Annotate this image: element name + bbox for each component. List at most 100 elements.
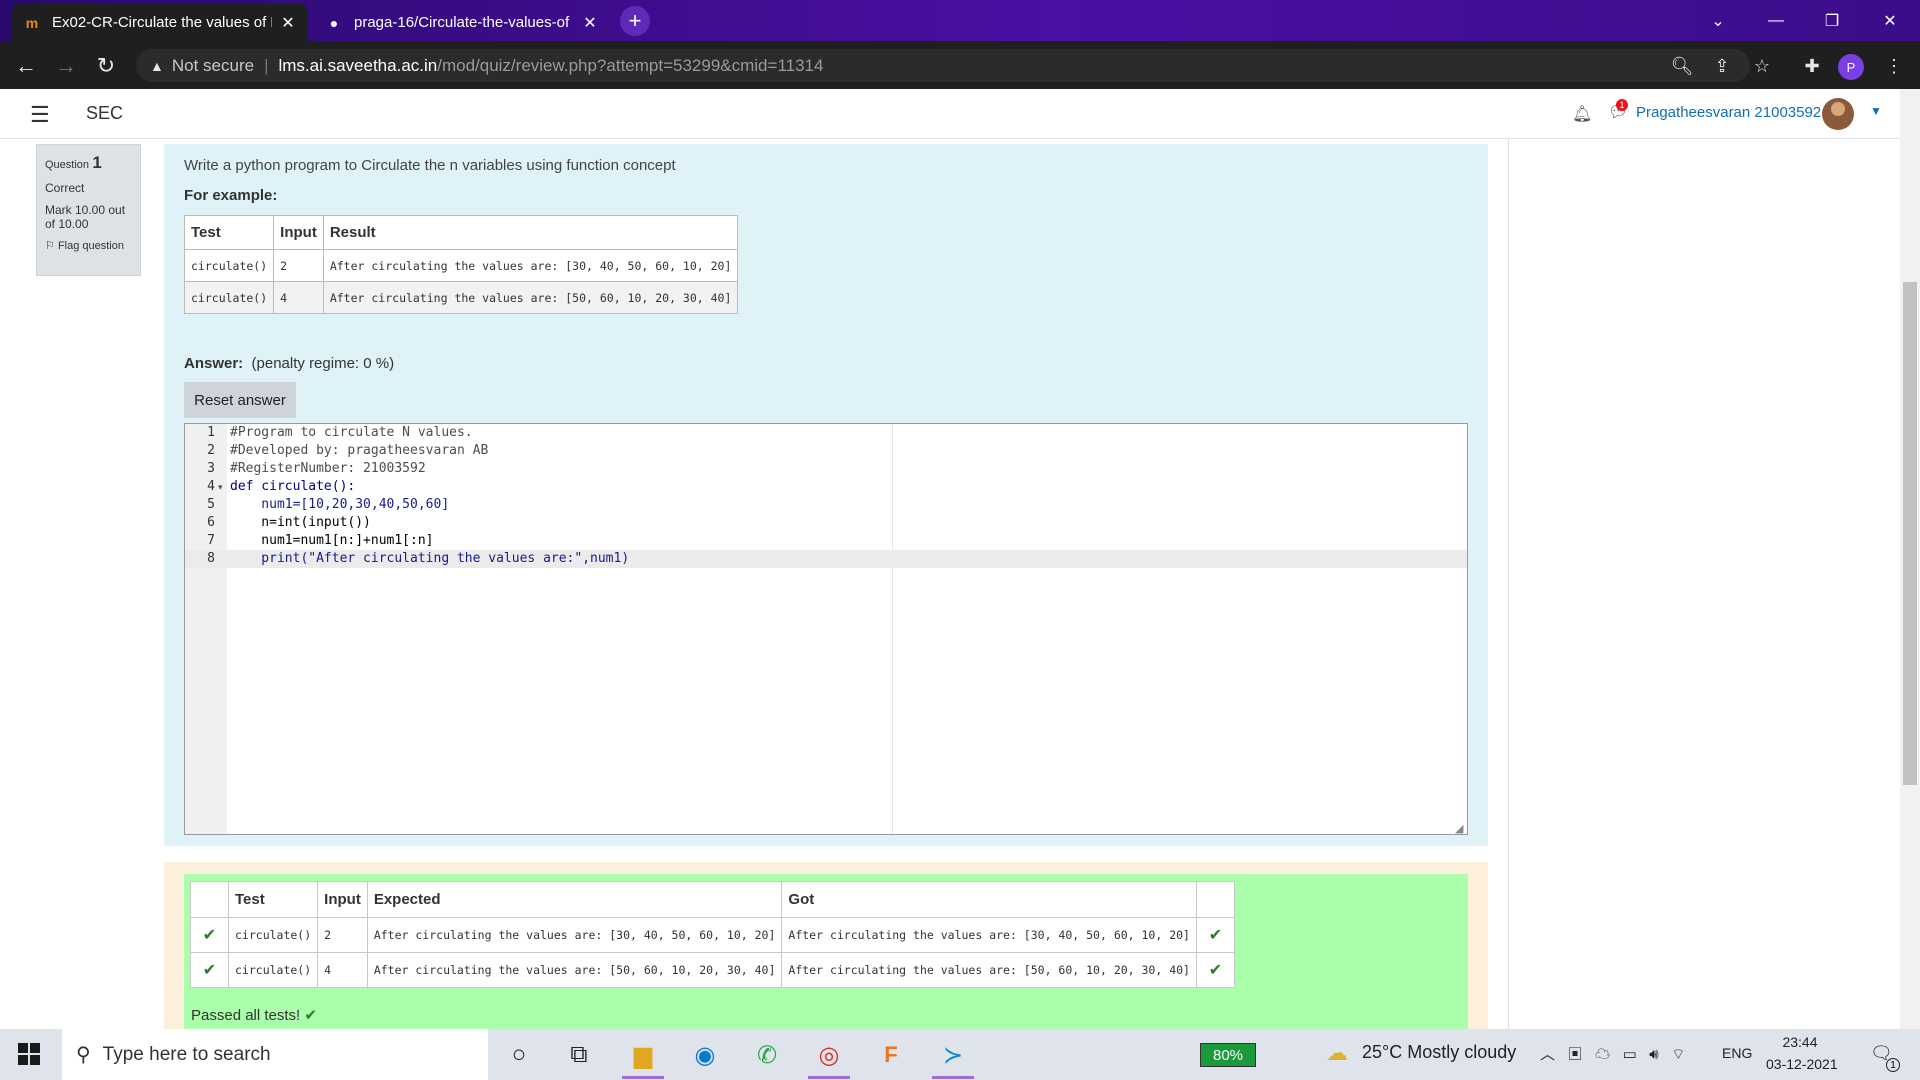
close-tab-icon[interactable]: ✕ bbox=[278, 13, 298, 33]
line-number: 1 bbox=[207, 425, 215, 440]
flag-icon: ⚐ bbox=[45, 240, 55, 252]
site-name[interactable]: SEC bbox=[86, 103, 123, 124]
battery-icon[interactable]: ▭ bbox=[1623, 1046, 1637, 1063]
foxit-icon[interactable]: F bbox=[868, 1035, 914, 1075]
tab-title: praga-16/Circulate-the-values-of bbox=[354, 14, 570, 31]
table-cell: 2 bbox=[317, 917, 368, 953]
flag-question-link[interactable]: ⚐ Flag question bbox=[45, 239, 132, 252]
system-tray-icons[interactable]: ︿ ▣ ☁ ▭ 🔊︎ ⌔ bbox=[1540, 1043, 1685, 1064]
profile-avatar[interactable]: P bbox=[1838, 54, 1864, 80]
table-cell: After circulating the values are: [30, 4… bbox=[781, 917, 1197, 953]
bookmark-star-icon[interactable]: ☆ bbox=[1748, 52, 1776, 80]
task-view-icon[interactable]: ⧉ bbox=[556, 1035, 602, 1075]
check-icon: ✔ bbox=[1195, 917, 1235, 953]
table-cell: circulate() bbox=[183, 281, 275, 314]
scrollbar-thumb[interactable] bbox=[1903, 282, 1917, 785]
close-tab-icon[interactable]: ✕ bbox=[580, 13, 600, 33]
vscode-icon[interactable]: ≻ bbox=[930, 1035, 976, 1075]
clock-time[interactable]: 23:44 bbox=[1770, 1034, 1830, 1050]
fold-arrow-icon[interactable]: ▾ bbox=[218, 478, 223, 496]
onedrive-icon[interactable]: ☁ bbox=[1595, 1046, 1610, 1063]
tab-search-icon[interactable]: ⌄ bbox=[1690, 0, 1746, 41]
code-editor[interactable] bbox=[184, 423, 1468, 835]
battery-indicator[interactable]: 80% bbox=[1200, 1043, 1256, 1067]
code-line[interactable]: #Program to circulate N values. bbox=[230, 424, 473, 442]
windows-start-icon[interactable] bbox=[18, 1043, 40, 1065]
code-line[interactable]: def circulate(): bbox=[230, 478, 355, 496]
cortana-icon[interactable]: ○ bbox=[496, 1035, 542, 1075]
column-header: Got bbox=[781, 881, 1197, 918]
line-number: 7 bbox=[207, 533, 215, 548]
question-text: Write a python program to Circulate the … bbox=[184, 157, 676, 174]
forward-icon[interactable]: → bbox=[50, 50, 82, 82]
active-app-indicator bbox=[932, 1076, 974, 1079]
share-icon[interactable]: ⇪ bbox=[1708, 52, 1736, 80]
clock-date[interactable]: 03-12-2021 bbox=[1766, 1056, 1838, 1072]
example-table: Test Input Result circulate() 2 After ci… bbox=[183, 215, 739, 314]
meet-icon[interactable]: ▣ bbox=[1568, 1046, 1583, 1063]
whatsapp-icon[interactable]: ✆ bbox=[744, 1035, 790, 1075]
code-line[interactable]: num1=[10,20,30,40,50,60] bbox=[230, 496, 449, 514]
question-label: Question bbox=[45, 159, 90, 171]
table-cell: circulate() bbox=[227, 952, 319, 988]
warning-icon[interactable]: ▲ bbox=[150, 58, 164, 74]
results-table: Test Input Expected Got ✔ circulate() 2 … bbox=[190, 881, 1235, 988]
table-header-row: Test Input Result bbox=[183, 215, 739, 250]
chevron-up-icon[interactable]: ︿ bbox=[1540, 1046, 1555, 1063]
language-indicator[interactable]: ENG bbox=[1722, 1045, 1752, 1061]
url-bar[interactable]: ▲ Not secure | lms.ai.saveetha.ac.in /mo… bbox=[136, 49, 1750, 82]
table-cell: After circulating the values are: [30, 4… bbox=[322, 249, 739, 282]
chrome-icon[interactable]: ◎ bbox=[806, 1035, 852, 1075]
search-placeholder: Type here to search bbox=[102, 1043, 271, 1065]
minimize-button[interactable]: — bbox=[1748, 0, 1804, 41]
restore-button[interactable]: ❐ bbox=[1804, 0, 1860, 41]
notification-bell-icon[interactable]: 🔔︎ bbox=[1572, 104, 1592, 124]
check-icon: ✔ bbox=[1195, 952, 1235, 988]
table-cell: After circulating the values are: [50, 6… bbox=[322, 281, 739, 314]
back-icon[interactable]: ← bbox=[10, 50, 42, 82]
code-line[interactable]: print("After circulating the values are:… bbox=[230, 550, 629, 568]
resize-handle-icon[interactable]: ◢ bbox=[1455, 822, 1463, 835]
reload-icon[interactable]: ↻ bbox=[90, 50, 122, 82]
table-cell: After circulating the values are: [50, 6… bbox=[781, 952, 1197, 988]
reset-answer-button[interactable]: Reset answer bbox=[184, 382, 296, 418]
new-tab-button[interactable]: + bbox=[620, 6, 650, 36]
user-avatar[interactable] bbox=[1822, 98, 1854, 130]
close-window-button[interactable]: ✕ bbox=[1862, 0, 1918, 41]
for-example-label: For example: bbox=[184, 187, 278, 204]
code-line[interactable]: #Developed by: pragatheesvaran AB bbox=[230, 442, 488, 460]
penalty-regime: (penalty regime: 0 %) bbox=[251, 355, 395, 372]
check-icon: ✔ bbox=[190, 952, 229, 988]
table-cell: 4 bbox=[273, 281, 324, 314]
line-number: 3 bbox=[207, 461, 215, 476]
menu-kebab-icon[interactable]: ⋮ bbox=[1880, 52, 1908, 80]
user-name[interactable]: Pragatheesvaran 21003592 bbox=[1636, 104, 1821, 121]
column-divider bbox=[1508, 139, 1509, 1029]
volume-icon[interactable]: 🔊︎ bbox=[1649, 1046, 1658, 1063]
question-mark: Mark 10.00 out of 10.00 bbox=[45, 203, 126, 231]
taskbar-search-box[interactable]: ⚲ Type here to search bbox=[62, 1029, 488, 1080]
edge-icon[interactable]: ◉ bbox=[682, 1035, 728, 1075]
notification-count: 1 bbox=[1886, 1058, 1900, 1072]
user-menu-caret-icon[interactable]: ▼ bbox=[1870, 104, 1882, 118]
moodle-icon: m bbox=[25, 14, 39, 31]
code-line[interactable]: #RegisterNumber: 21003592 bbox=[230, 460, 426, 478]
tab-quiz[interactable]: m Ex02-CR-Circulate the values of N ✕ bbox=[12, 4, 308, 41]
code-line[interactable]: num1=num1[n:]+num1[:n] bbox=[230, 532, 433, 550]
line-number: 4 bbox=[207, 479, 215, 494]
extensions-icon[interactable]: ✚ bbox=[1798, 52, 1826, 80]
wifi-icon[interactable]: ⌔ bbox=[1671, 1046, 1685, 1063]
weather-text[interactable]: 25°C Mostly cloudy bbox=[1362, 1042, 1516, 1063]
file-explorer-icon[interactable]: ▆ bbox=[620, 1035, 666, 1075]
table-row: ✔ circulate() 4 After circulating the va… bbox=[190, 952, 1235, 988]
table-header-row: Test Input Expected Got bbox=[190, 881, 1235, 918]
tab-github[interactable]: ● praga-16/Circulate-the-values-of ✕ bbox=[314, 4, 610, 41]
table-row: circulate() 4 After circulating the valu… bbox=[183, 281, 739, 314]
hamburger-menu-icon[interactable]: ☰ bbox=[30, 102, 50, 128]
code-line[interactable]: n=int(input()) bbox=[230, 514, 371, 532]
question-status: Correct bbox=[45, 181, 85, 195]
print-margin bbox=[892, 424, 893, 834]
active-app-indicator bbox=[622, 1076, 664, 1079]
answer-label: Answer: (penalty regime: 0 %) bbox=[184, 355, 394, 372]
zoom-icon[interactable]: 🔍︎ bbox=[1668, 52, 1696, 80]
